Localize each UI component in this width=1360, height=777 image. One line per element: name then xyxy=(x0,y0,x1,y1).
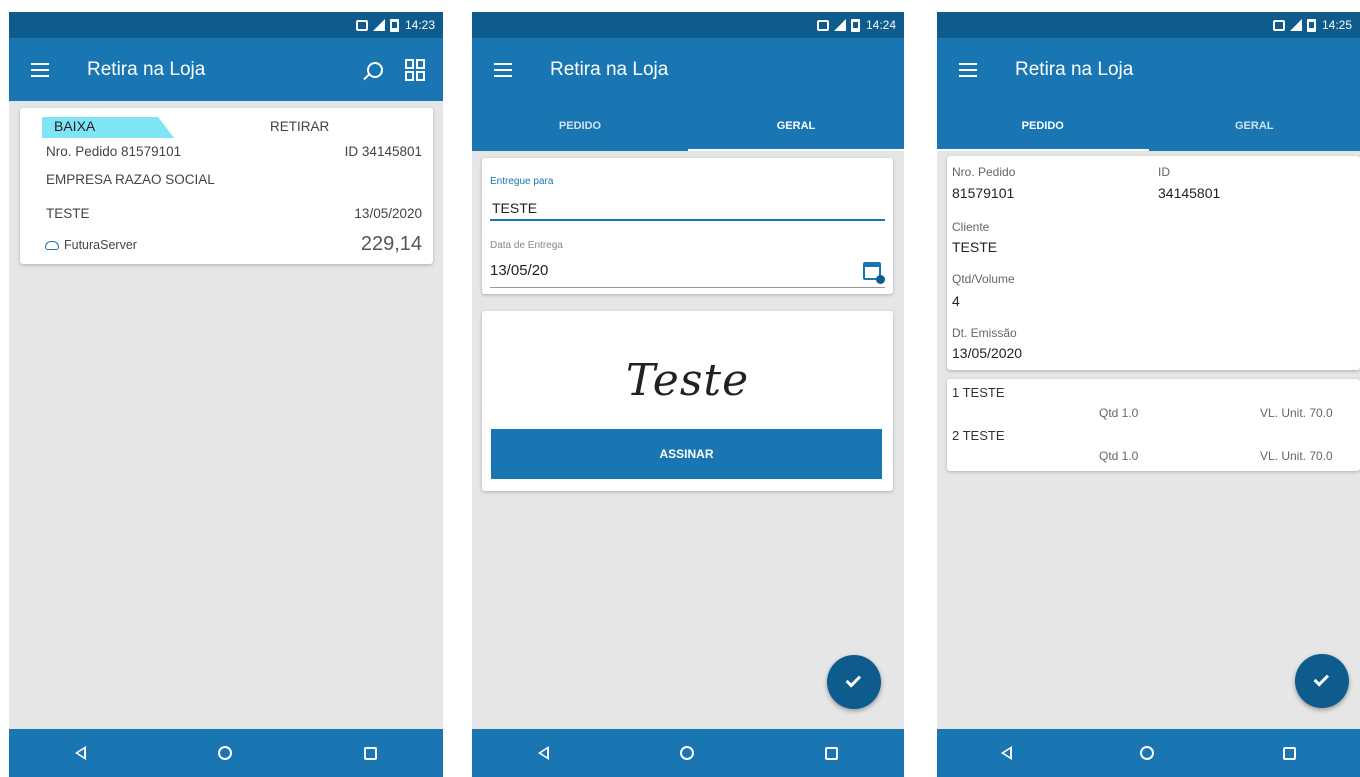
signal-icon xyxy=(372,19,385,31)
calendar-icon[interactable] xyxy=(863,262,885,284)
status-time: 14:24 xyxy=(865,18,896,32)
delivered-to-field[interactable]: TESTE xyxy=(492,200,537,216)
delivered-to-label: Entregue para xyxy=(490,176,554,187)
order-action-label: RETIRAR xyxy=(270,119,330,134)
company-name: EMPRESA RAZAO SOCIAL xyxy=(46,172,215,187)
tab-geral[interactable]: GERAL xyxy=(688,101,904,151)
phone-screen-order-details: 14:25 Retira na Loja PEDIDO GERAL Nro. P… xyxy=(937,12,1360,777)
page-title: Retira na Loja xyxy=(87,58,206,80)
phone-screen-general: 14:24 Retira na Loja PEDIDO GERAL Entreg… xyxy=(472,12,904,777)
recents-icon[interactable] xyxy=(825,746,839,760)
vibrate-icon xyxy=(1272,19,1285,31)
client-label: Cliente xyxy=(952,220,990,234)
tab-pedido[interactable]: PEDIDO xyxy=(472,101,688,151)
tab-bar: PEDIDO GERAL xyxy=(472,101,904,151)
check-icon xyxy=(1313,671,1330,687)
order-details-card: Nro. Pedido 81579101 ID 34145801 Cliente… xyxy=(947,156,1360,370)
item-qty: Qtd 1.0 xyxy=(1099,449,1139,463)
status-badge-label: BAIXA xyxy=(54,118,96,134)
status-time: 14:23 xyxy=(404,18,435,32)
status-time: 14:25 xyxy=(1321,18,1352,32)
page-title: Retira na Loja xyxy=(1015,58,1134,80)
battery-icon xyxy=(1306,18,1316,32)
item-title: 2 TESTE xyxy=(952,428,1005,443)
back-icon[interactable] xyxy=(537,746,549,760)
battery-icon xyxy=(389,18,399,32)
qty-volume-label: Qtd/Volume xyxy=(952,272,1015,286)
menu-icon[interactable] xyxy=(494,62,512,77)
signature: Teste xyxy=(625,355,750,406)
back-icon[interactable] xyxy=(75,746,86,760)
client-name: TESTE xyxy=(46,206,90,221)
item-unit-price: VL. Unit. 70.0 xyxy=(1260,406,1333,420)
app-bar: Retira na Loja xyxy=(9,38,443,101)
confirm-fab[interactable] xyxy=(1295,654,1349,708)
vibrate-icon xyxy=(355,19,368,31)
status-bar: 14:25 xyxy=(937,12,1360,38)
qty-volume-value: 4 xyxy=(952,293,960,309)
menu-icon[interactable] xyxy=(959,62,977,77)
tab-geral[interactable]: GERAL xyxy=(1149,101,1360,151)
server-name: FuturaServer xyxy=(64,238,137,252)
item-qty: Qtd 1.0 xyxy=(1099,406,1139,420)
emission-date-value: 13/05/2020 xyxy=(952,345,1023,361)
delivered-to-underline xyxy=(490,219,885,221)
delivery-date-label: Data de Entrega xyxy=(490,240,563,251)
signal-icon xyxy=(1289,19,1302,31)
system-nav-bar xyxy=(472,729,904,777)
app-bar: Retira na Loja xyxy=(937,38,1360,101)
order-id: ID 34145801 xyxy=(344,144,422,159)
recents-icon[interactable] xyxy=(1282,746,1296,760)
signature-card: Teste ASSINAR xyxy=(482,311,893,491)
order-number-value: 81579101 xyxy=(952,185,1015,201)
delivery-form-card: Entregue para TESTE Data de Entrega 13/0… xyxy=(482,158,893,294)
battery-icon xyxy=(850,18,860,32)
page-title: Retira na Loja xyxy=(550,58,669,80)
item-title: 1 TESTE xyxy=(952,385,1005,400)
cloud-icon xyxy=(45,241,59,250)
delivery-date-underline xyxy=(490,287,885,288)
id-label: ID xyxy=(1158,165,1170,179)
vibrate-icon xyxy=(816,19,829,31)
order-items-card: 1 TESTE Qtd 1.0 VL. Unit. 70.0 2 TESTE Q… xyxy=(947,379,1360,471)
sign-button[interactable]: ASSINAR xyxy=(491,429,882,479)
system-nav-bar xyxy=(9,729,443,777)
tab-bar: PEDIDO GERAL xyxy=(937,101,1360,151)
tab-pedido[interactable]: PEDIDO xyxy=(937,101,1149,151)
menu-icon[interactable] xyxy=(31,62,49,77)
check-icon xyxy=(845,672,862,688)
home-icon[interactable] xyxy=(1140,746,1155,760)
back-icon[interactable] xyxy=(1001,746,1013,760)
emission-date-label: Dt. Emissão xyxy=(952,326,1017,340)
order-number: Nro. Pedido 81579101 xyxy=(46,144,182,159)
delivery-date-field[interactable]: 13/05/20 xyxy=(490,262,548,279)
signal-icon xyxy=(833,19,846,31)
item-unit-price: VL. Unit. 70.0 xyxy=(1260,449,1333,463)
recents-icon[interactable] xyxy=(364,746,377,760)
order-amount: 229,14 xyxy=(360,233,422,255)
id-value: 34145801 xyxy=(1158,185,1221,201)
qr-code-icon[interactable] xyxy=(405,58,425,81)
order-number-label: Nro. Pedido xyxy=(952,165,1016,179)
status-bar: 14:24 xyxy=(472,12,904,38)
home-icon[interactable] xyxy=(679,746,694,760)
home-icon[interactable] xyxy=(218,746,232,760)
client-value: TESTE xyxy=(952,239,998,255)
app-bar: Retira na Loja xyxy=(472,38,904,101)
order-card[interactable]: BAIXA RETIRAR Nro. Pedido 81579101 ID 34… xyxy=(20,108,433,264)
status-bar: 14:23 xyxy=(9,12,443,38)
system-nav-bar xyxy=(937,729,1360,777)
search-icon[interactable] xyxy=(367,61,383,78)
confirm-fab[interactable] xyxy=(827,655,881,709)
phone-screen-order-list: 14:23 Retira na Loja BAIXA RETIRAR Nro. … xyxy=(9,12,443,777)
order-date: 13/05/2020 xyxy=(354,206,422,221)
